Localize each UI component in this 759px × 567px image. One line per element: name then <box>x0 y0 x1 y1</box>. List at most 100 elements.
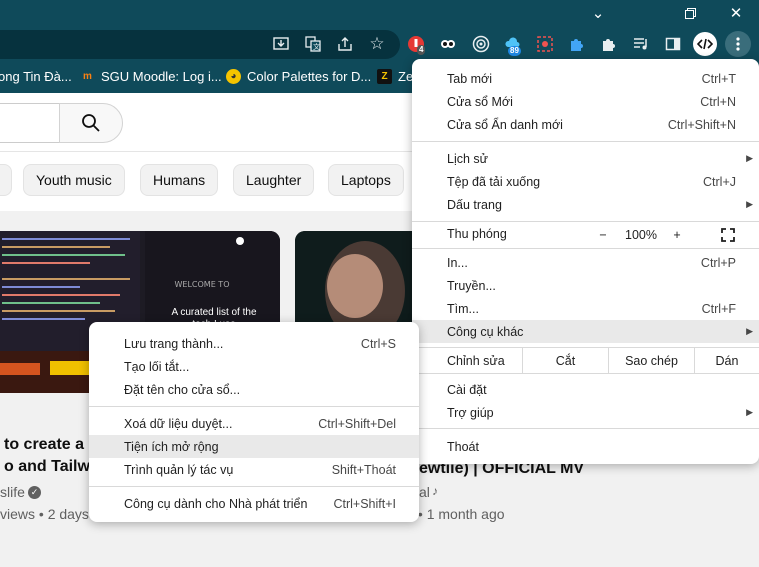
menu-bookmarks[interactable]: Dấu trang ▶ <box>412 193 759 216</box>
menu-separator <box>89 406 419 407</box>
music-note-icon: ♪ <box>432 484 438 498</box>
menu-item-label: Tiện ích mở rộng <box>124 439 219 454</box>
chip-partial[interactable] <box>0 164 12 196</box>
menu-new-window[interactable]: Cửa sổ Mới Ctrl+N <box>412 90 759 113</box>
menu-item-label: Thu phóng <box>447 227 507 241</box>
menu-item-label: Cài đặt <box>447 382 487 397</box>
submenu-name-window[interactable]: Đặt tên cho cửa sổ... <box>89 378 419 401</box>
extension-capture-icon[interactable] <box>534 33 556 55</box>
menu-item-shortcut: Ctrl+J <box>703 174 736 189</box>
menu-item-label: Tệp đã tải xuống <box>447 174 541 189</box>
zoom-in-button[interactable]: + <box>660 222 694 247</box>
chrome-menu-button[interactable] <box>725 31 751 57</box>
menu-item-shortcut: Ctrl+Shift+Del <box>318 416 396 431</box>
copy-button[interactable]: Sao chép <box>608 348 694 373</box>
menu-item-label: Công cụ dành cho Nhà phát triển <box>124 496 308 511</box>
menu-item-label: Thoát <box>447 439 479 454</box>
translate-icon[interactable]: 文 <box>302 33 324 55</box>
bookmark-item[interactable]: ◕ Color Palettes for D... <box>226 69 371 84</box>
zalo-icon: Z <box>377 69 392 84</box>
menu-settings[interactable]: Cài đặt <box>412 378 759 401</box>
chevron-right-icon: ▶ <box>746 326 753 336</box>
menu-item-shortcut: Ctrl+N <box>700 94 736 109</box>
bookmark-item[interactable]: Z Ze <box>377 69 413 84</box>
extension-badge: 4 <box>417 45 426 55</box>
menu-item-label: Trợ giúp <box>447 405 494 420</box>
title-bar: ⌄ ✕ <box>0 0 759 26</box>
menu-item-shortcut: Shift+Thoát <box>331 462 396 477</box>
submenu-save-page[interactable]: Lưu trang thành... Ctrl+S <box>89 332 419 355</box>
menu-more-tools[interactable]: Công cụ khác ▶ <box>412 320 759 343</box>
bookmark-star-icon[interactable]: ☆ <box>366 33 388 55</box>
menu-item-label: Cửa sổ Ẩn danh mới <box>447 117 563 132</box>
chip-laptops[interactable]: Laptops <box>328 164 404 196</box>
restore-window-button[interactable] <box>667 0 713 26</box>
menu-item-label: Lưu trang thành... <box>124 336 224 351</box>
menu-new-tab[interactable]: Tab mới Ctrl+T <box>412 67 759 90</box>
menu-find[interactable]: Tìm... Ctrl+F <box>412 297 759 320</box>
menu-history[interactable]: Lịch sử ▶ <box>412 147 759 170</box>
bookmark-label: ong Tin Đà... <box>0 69 72 84</box>
chip-laughter[interactable]: Laughter <box>233 164 315 196</box>
chip-label: Laughter <box>246 172 302 188</box>
more-tools-submenu: Lưu trang thành... Ctrl+S Tạo lối tắt...… <box>89 322 419 522</box>
menu-item-label: In... <box>447 255 468 270</box>
menu-separator <box>412 141 759 142</box>
extensions-puzzle-icon[interactable] <box>597 33 619 55</box>
extension-target-icon[interactable] <box>470 33 492 55</box>
extension-owl-icon[interactable] <box>437 33 459 55</box>
menu-cast[interactable]: Truyền... <box>412 274 759 297</box>
tab-search-icon[interactable]: ⌄ <box>575 0 621 26</box>
media-queue-icon[interactable] <box>630 33 652 55</box>
kebab-menu-icon <box>736 37 740 51</box>
menu-separator <box>412 248 759 249</box>
menu-item-shortcut: Ctrl+F <box>701 301 736 316</box>
chip-label: Humans <box>153 172 206 188</box>
search-button[interactable] <box>59 103 123 143</box>
chip-humans[interactable]: Humans <box>140 164 219 196</box>
devtools-extension-icon[interactable] <box>693 32 717 56</box>
bookmark-item[interactable]: m SGU Moodle: Log i... <box>80 69 222 84</box>
menu-new-incognito[interactable]: Cửa sổ Ẩn danh mới Ctrl+Shift+N <box>412 113 759 136</box>
menu-item-label: Công cụ khác <box>447 324 524 339</box>
menu-exit[interactable]: Thoát <box>412 435 759 458</box>
menu-item-label: Đặt tên cho cửa sổ... <box>124 382 241 397</box>
extension-puzzle-blue-icon[interactable] <box>565 33 587 55</box>
cut-button[interactable]: Cắt <box>522 348 608 373</box>
fullscreen-button[interactable] <box>712 222 744 247</box>
submenu-clear-browsing-data[interactable]: Xoá dữ liệu duyệt... Ctrl+Shift+Del <box>89 412 419 435</box>
copy-label: Sao chép <box>625 353 678 368</box>
bookmark-item[interactable]: ong Tin Đà... <box>0 69 72 84</box>
search-input[interactable] <box>0 103 60 143</box>
channel-name[interactable]: al <box>419 484 430 500</box>
extension-cloud-icon[interactable]: 89 <box>502 33 524 56</box>
menu-print[interactable]: In... Ctrl+P <box>412 251 759 274</box>
extension-adblock-icon[interactable]: 4 <box>405 33 427 55</box>
submenu-extensions[interactable]: Tiện ích mở rộng <box>89 435 419 458</box>
chip-youth-music[interactable]: Youth music <box>23 164 125 196</box>
moodle-icon: m <box>83 71 92 82</box>
extension-badge: 89 <box>508 46 521 56</box>
submenu-task-manager[interactable]: Trình quản lý tác vụ Shift+Thoát <box>89 458 419 481</box>
menu-item-label: Chỉnh sửa <box>447 354 505 368</box>
menu-downloads[interactable]: Tệp đã tải xuống Ctrl+J <box>412 170 759 193</box>
menu-separator <box>412 373 759 374</box>
submenu-developer-tools[interactable]: Công cụ dành cho Nhà phát triển Ctrl+Shi… <box>89 492 419 515</box>
menu-help[interactable]: Trợ giúp ▶ <box>412 401 759 424</box>
install-app-icon[interactable] <box>270 33 292 55</box>
submenu-create-shortcut[interactable]: Tạo lối tắt... <box>89 355 419 378</box>
close-window-button[interactable]: ✕ <box>713 0 759 26</box>
zoom-out-button[interactable]: − <box>584 222 622 247</box>
svg-text:WELCOME TO: WELCOME TO <box>175 280 230 289</box>
restore-icon <box>684 7 696 19</box>
menu-item-label: Truyền... <box>447 278 496 293</box>
browser-toolbar: 文 ☆ 4 89 <box>0 26 759 63</box>
chip-label: Laptops <box>341 172 391 188</box>
chevron-right-icon: ▶ <box>746 153 753 163</box>
paste-button[interactable]: Dán <box>694 348 759 373</box>
side-panel-icon[interactable] <box>662 33 684 55</box>
channel-name[interactable]: slife <box>0 484 25 500</box>
menu-item-label: Tìm... <box>447 301 479 316</box>
share-icon[interactable] <box>334 33 356 55</box>
zoom-level: 100% <box>622 222 660 247</box>
